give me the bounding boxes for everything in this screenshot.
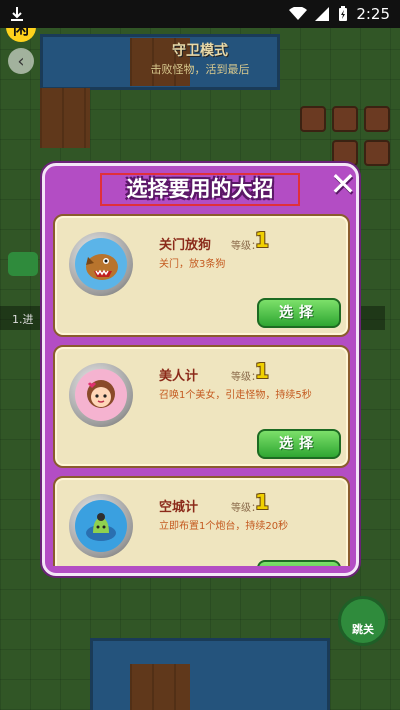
beauty-icon (69, 363, 133, 427)
skill-card-beauty: 美人计 等级： 1 召唤1个美女，引走怪物，持续5秒 选择 (53, 345, 350, 468)
clock-time: 2:25 (356, 5, 390, 23)
character-tile (300, 106, 326, 132)
character-tile (364, 140, 390, 166)
turret-icon (69, 494, 133, 558)
status-bar: 2:25 (0, 0, 400, 28)
skill-level: 1 (255, 228, 269, 252)
skill-name: 空城计 (159, 500, 199, 515)
select-button[interactable]: 选择 (257, 429, 341, 459)
skill-name: 关门放狗 (159, 238, 212, 253)
skill-description: 关门，放3条狗 (159, 259, 226, 270)
skill-description: 立即布置1个炮台，持续20秒 (159, 521, 289, 532)
character-tile (332, 106, 358, 132)
character-tile (364, 106, 390, 132)
mode-title: 守卫模式 (172, 43, 228, 59)
select-button[interactable]: 选择 (257, 298, 341, 328)
skill-level: 1 (255, 359, 269, 383)
skill-list[interactable]: 关门放狗 等级： 1 关门，放3条狗 选择 美人计 等级： 1 召唤1个美女，引… (53, 214, 350, 566)
skip-label: 跳关 (352, 623, 374, 636)
skill-card-turret: 空城计 等级： 1 立即布置1个炮台，持续20秒 选择 (53, 476, 350, 566)
skip-level-button[interactable]: 跳关 (338, 596, 388, 646)
select-button[interactable]: 选择 (257, 560, 341, 566)
skill-description: 召唤1个美女，引走怪物，持续5秒 (159, 390, 312, 401)
close-icon[interactable]: ✕ (327, 168, 359, 201)
dog-icon (69, 232, 133, 296)
cell-signal-icon (315, 7, 330, 21)
mode-subtitle: 击败怪物，活到最后 (150, 63, 250, 76)
video-camera-icon[interactable] (8, 252, 38, 276)
skill-level: 1 (255, 490, 269, 514)
skill-select-dialog: 选择要用的大招 ✕ 关门放狗 等级： 1 关门，放3条狗 选择 美人计 等级： … (42, 163, 359, 576)
status-icons: 2:25 (289, 5, 390, 23)
skill-card-dog: 关门放狗 等级： 1 关门，放3条狗 选择 (53, 214, 350, 337)
dialog-title: 选择要用的大招 (100, 173, 300, 206)
battery-charging-icon (338, 6, 348, 22)
skill-name: 美人计 (159, 369, 199, 384)
download-icon (10, 6, 24, 22)
wifi-icon (289, 7, 308, 21)
